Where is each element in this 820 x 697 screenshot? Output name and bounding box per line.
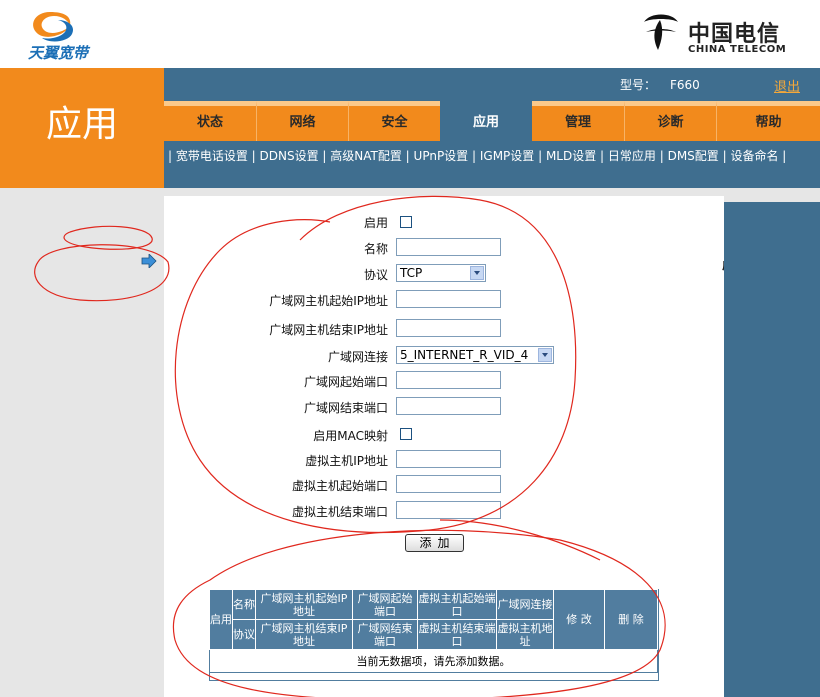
model-value: F660 <box>670 78 700 92</box>
protocol-select[interactable]: TCP <box>396 264 486 282</box>
col-wan-start-ip: 广域网主机起始IP地址 <box>255 589 353 620</box>
rules-table: 启用 名称 广域网主机起始IP地址 广域网起始端口 虚拟主机起始端口 广域网连接… <box>209 589 658 673</box>
enable-label: 启用 <box>363 216 388 230</box>
col-wan-start-port: 广域网起始端口 <box>352 589 418 620</box>
tab-diagnosis[interactable]: 诊断 <box>624 101 716 141</box>
wan-end-port-label: 广域网结束端口 <box>303 401 388 415</box>
vhost-end-port-label: 虚拟主机结束端口 <box>291 505 388 519</box>
tab-security[interactable]: 安全 <box>348 101 440 141</box>
protocol-select-value: TCP <box>400 266 423 280</box>
mac-mapping-checkbox[interactable] <box>400 428 412 440</box>
product-name: 天翼宽带 <box>28 44 89 62</box>
carrier-name-en: CHINA TELECOM <box>688 44 787 55</box>
col-name: 名称 <box>232 589 256 620</box>
col-wan-end-port: 广域网结束端口 <box>352 619 418 650</box>
col-wan-connection: 广域网连接 <box>496 589 554 620</box>
wan-start-port-label: 广域网起始端口 <box>303 375 388 389</box>
vhost-ip-input[interactable] <box>396 450 501 468</box>
wan-connection-select[interactable]: 5_INTERNET_R_VID_4 <box>396 346 554 364</box>
col-delete: 删 除 <box>604 589 658 650</box>
add-button[interactable]: 添加 <box>405 534 464 552</box>
wan-start-ip-input[interactable] <box>396 290 501 308</box>
wan-start-ip-label: 广域网主机起始IP地址 <box>269 294 388 308</box>
tab-management[interactable]: 管理 <box>532 101 624 141</box>
content-top-border <box>164 188 724 196</box>
sub-navigation[interactable]: | 宽带电话设置 | DDNS设置 | 高级NAT配置 | UPnP设置 | I… <box>168 147 786 164</box>
tab-help[interactable]: 帮助 <box>716 101 820 141</box>
model-label: 型号： <box>620 78 657 92</box>
name-input[interactable] <box>396 238 501 256</box>
right-panel <box>724 202 820 697</box>
wan-connection-label: 广域网连接 <box>327 350 388 364</box>
col-vhost-end-port: 虚拟主机结束端口 <box>417 619 497 650</box>
enable-checkbox[interactable] <box>400 216 412 228</box>
protocol-label: 协议 <box>363 268 388 282</box>
wan-connection-value: 5_INTERNET_R_VID_4 <box>400 348 529 362</box>
wan-end-ip-label: 广域网主机结束IP地址 <box>269 323 388 337</box>
chevron-down-icon[interactable] <box>538 348 552 362</box>
sidebar <box>0 188 164 697</box>
col-enable: 启用 <box>209 589 233 650</box>
col-wan-end-ip: 广域网主机结束IP地址 <box>255 619 353 650</box>
wan-end-port-input[interactable] <box>396 397 501 415</box>
page-title: 应用 <box>45 104 118 145</box>
tab-network[interactable]: 网络 <box>256 101 348 141</box>
col-vhost-start-port: 虚拟主机起始端口 <box>417 589 497 620</box>
main-tabs: 状态 网络 安全 应用 管理 诊断 帮助 <box>164 101 820 141</box>
col-vhost-address: 虚拟主机地址 <box>496 619 554 650</box>
china-telecom-logo-icon <box>644 14 678 50</box>
name-label: 名称 <box>363 242 388 256</box>
arrow-right-icon <box>141 254 157 268</box>
vhost-start-port-label: 虚拟主机起始端口 <box>291 479 388 493</box>
tab-application[interactable]: 应用 <box>440 101 532 141</box>
vhost-end-port-input[interactable] <box>396 501 501 519</box>
vhost-start-port-input[interactable] <box>396 475 501 493</box>
col-protocol: 协议 <box>232 619 256 650</box>
chevron-down-icon[interactable] <box>470 266 484 280</box>
mac-mapping-label: 启用MAC映射 <box>313 429 388 443</box>
vhost-ip-label: 虚拟主机IP地址 <box>305 454 388 468</box>
logout-link[interactable]: 退出 <box>774 76 800 95</box>
wan-start-port-input[interactable] <box>396 371 501 389</box>
tab-status[interactable]: 状态 <box>164 101 256 141</box>
empty-message: 当前无数据项，请先添加数据。 <box>209 649 658 673</box>
col-edit: 修 改 <box>553 589 605 650</box>
wan-end-ip-input[interactable] <box>396 319 501 337</box>
